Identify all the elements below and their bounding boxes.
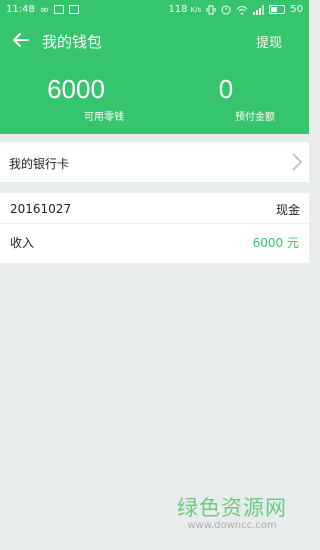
prepaid-balance: 0 预付金额	[211, 74, 275, 123]
chevron-right-icon	[292, 153, 303, 171]
network-speed-unit: K/s	[190, 6, 202, 14]
bank-card-label: 我的银行卡	[9, 157, 70, 171]
mail-icon	[69, 5, 79, 14]
bank-card-row[interactable]: 我的银行卡	[0, 142, 309, 182]
alarm-icon	[221, 5, 231, 14]
infinity-icon: ∞	[39, 2, 49, 16]
watermark-text: 绿色资源网	[177, 496, 287, 520]
battery-level: 50	[290, 4, 303, 15]
signal-icon	[253, 4, 265, 15]
transaction-amount: 6000 元	[252, 236, 299, 250]
available-amount: 6000	[47, 74, 105, 104]
wallet-header: 我的钱包 提现 6000 可用零钱 0 预付金额	[0, 20, 309, 134]
network-speed-value: 118	[168, 4, 188, 15]
battery-icon	[269, 5, 286, 14]
prepaid-amount: 0	[218, 74, 234, 104]
available-label: 可用零钱	[84, 112, 124, 123]
status-left: 11:48 ∞	[6, 4, 79, 15]
available-balance: 6000 可用零钱	[44, 74, 124, 123]
withdraw-button[interactable]: 提现	[256, 32, 282, 51]
watermark-url: www.downcc.com	[187, 520, 277, 531]
vibrate-icon	[206, 5, 216, 14]
back-arrow-icon	[13, 33, 29, 47]
prepaid-label: 预付金额	[235, 112, 275, 123]
transaction-card: 20161027 现金 收入 6000 元	[0, 193, 309, 263]
page-title: 我的钱包	[42, 33, 103, 51]
watermark: 绿色资源网 www.downcc.com	[173, 496, 291, 532]
transaction-kind: 收入	[10, 236, 35, 250]
network-speed: 118 K/s	[168, 4, 201, 15]
wifi-icon	[236, 5, 248, 14]
back-button[interactable]	[9, 28, 33, 52]
image-icon	[54, 5, 64, 14]
status-bar: 11:48 ∞ 118 K/s 50	[0, 0, 309, 20]
status-time: 11:48	[6, 4, 35, 15]
transaction-type: 现金	[275, 203, 300, 217]
transaction-date: 20161027	[10, 202, 72, 216]
status-right: 118 K/s 50	[168, 4, 303, 15]
divider	[0, 223, 309, 224]
